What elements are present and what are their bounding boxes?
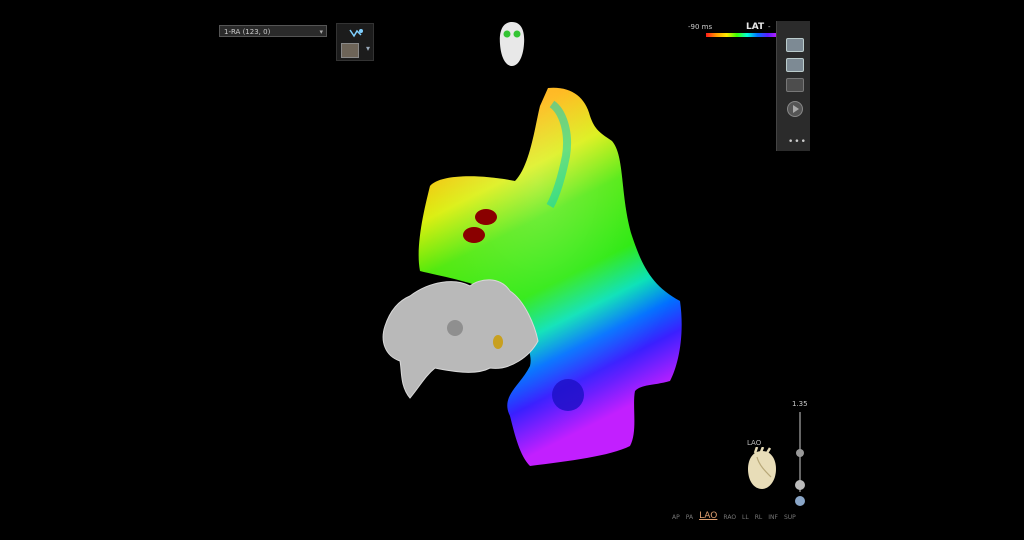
- map-viewport[interactable]: 1-RA (123, 0) ▾ ▾ -90 ms LAT - ••• 1.35 …: [0, 0, 1024, 540]
- lat-color-bar[interactable]: [706, 33, 778, 37]
- map-display-controls[interactable]: ▾: [336, 23, 374, 61]
- view-pa[interactable]: PA: [686, 514, 693, 521]
- view-lao[interactable]: LAO: [699, 511, 717, 521]
- view-presets: AP PA LAO RAO LL RL INF SUP: [672, 511, 796, 521]
- play-icon[interactable]: [787, 101, 803, 117]
- layer-button[interactable]: [786, 78, 804, 92]
- view-rl[interactable]: RL: [755, 514, 763, 521]
- zoom-out-button[interactable]: [795, 496, 805, 506]
- chevron-down-icon[interactable]: ▾: [366, 44, 370, 53]
- view-inf[interactable]: INF: [768, 514, 778, 521]
- mesh-view-button[interactable]: [786, 58, 804, 72]
- view-ap[interactable]: AP: [672, 514, 680, 521]
- map-selector-value: 1-RA (123, 0): [224, 28, 271, 36]
- zoom-level: 1.35: [792, 400, 808, 408]
- map-view-button[interactable]: [786, 38, 804, 52]
- lat-scale-max: -: [768, 23, 771, 31]
- lat-scale-label: LAT: [746, 22, 765, 32]
- right-toolbar: •••: [776, 21, 810, 151]
- catheter-icon[interactable]: [349, 28, 363, 38]
- valve-mesh[interactable]: [382, 279, 539, 399]
- zoom-in-button[interactable]: [795, 480, 805, 490]
- zoom-slider-handle[interactable]: [796, 449, 804, 457]
- view-sup[interactable]: SUP: [784, 514, 796, 521]
- ablation-lesion: [463, 227, 485, 243]
- ablation-lesion: [475, 209, 497, 225]
- heart-orientation-icon[interactable]: [745, 447, 779, 491]
- more-options-button[interactable]: •••: [788, 137, 807, 147]
- orientation-label: LAO: [747, 439, 762, 447]
- view-ll[interactable]: LL: [742, 514, 749, 521]
- chevron-down-icon: ▾: [319, 28, 323, 36]
- activation-map-3d[interactable]: [380, 86, 690, 466]
- map-selector-dropdown[interactable]: 1-RA (123, 0) ▾: [219, 25, 327, 37]
- view-rao[interactable]: RAO: [723, 514, 736, 521]
- map-thumbnail-icon[interactable]: [341, 43, 359, 58]
- patient-head-orientation-icon[interactable]: [498, 20, 526, 68]
- lat-scale-min: -90 ms: [688, 23, 713, 31]
